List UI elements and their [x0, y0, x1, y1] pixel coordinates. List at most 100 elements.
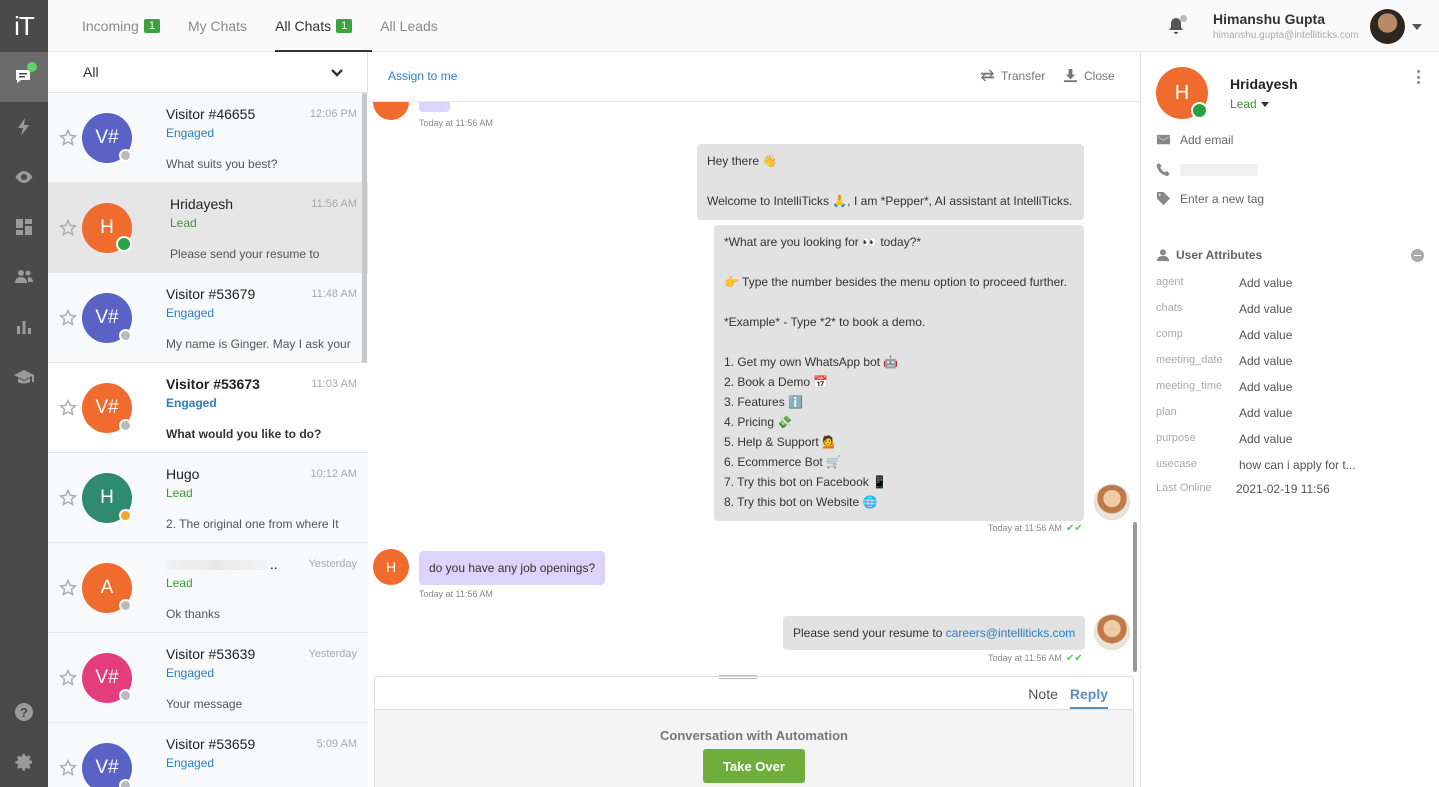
tab-my-chats[interactable]: My Chats: [188, 0, 247, 52]
conversation-item[interactable]: V# Visitor #53639 Yesterday Engaged Your mes…: [48, 633, 368, 723]
star-icon[interactable]: [58, 308, 78, 327]
stage-label: Engaged: [166, 666, 215, 680]
graduation-cap-icon: [14, 370, 34, 384]
presence-indicator: [119, 599, 132, 612]
add-email-row[interactable]: Add email: [1156, 132, 1233, 147]
last-message-time: 11:03 AM: [311, 378, 357, 390]
bot-message-bubble: Hey there 👋 Welcome to IntelliTicks 🙏, I…: [697, 144, 1084, 220]
email-link[interactable]: careers@intelliticks.com: [946, 626, 1076, 640]
star-icon[interactable]: [58, 128, 78, 147]
attribute-value[interactable]: Add value: [1239, 276, 1292, 290]
nav-reports[interactable]: [0, 302, 48, 352]
chat-tabs: Incoming 1 My Chats All Chats 1 All Lead…: [82, 0, 466, 52]
menu-option: 6. Ecommerce Bot 🛒: [724, 455, 841, 469]
nav-contacts[interactable]: [0, 252, 48, 302]
list-scrollbar[interactable]: [362, 93, 367, 363]
star-icon[interactable]: [58, 758, 78, 777]
presence-indicator: [119, 149, 132, 162]
nav-learn[interactable]: [0, 352, 48, 402]
visitor-name: Visitor #53679: [166, 286, 255, 302]
tab-all-chats[interactable]: All Chats 1: [275, 0, 373, 52]
conversation-item[interactable]: V# Visitor #53679 11:48 AM Engaged My name i…: [48, 273, 368, 363]
presence-indicator: [119, 689, 132, 702]
close-chat-button[interactable]: Close: [1063, 68, 1115, 83]
composer-tabs: Note Reply: [1016, 686, 1108, 709]
star-icon[interactable]: [58, 398, 78, 417]
stage-label: Engaged: [166, 306, 215, 320]
count-badge: 1: [336, 19, 353, 33]
agent-message-bubble: Please send your resume to careers@intel…: [783, 616, 1086, 650]
message-thread[interactable]: Today at 11:56 AM Hey there 👋 Welcome to…: [369, 102, 1140, 672]
star-icon[interactable]: [58, 218, 78, 237]
nav-visitors[interactable]: [0, 152, 48, 202]
conversation-filter-select[interactable]: All: [48, 52, 367, 93]
assign-to-me-link[interactable]: Assign to me: [388, 69, 457, 83]
attribute-key: usecase: [1156, 458, 1197, 470]
mail-icon: [1156, 134, 1171, 145]
tab-note[interactable]: Note: [1028, 686, 1058, 709]
tab-all-leads[interactable]: All Leads: [380, 0, 438, 52]
conversation-item[interactable]: A .. Yesterday Lead Ok thanks: [48, 543, 368, 633]
message-timestamp: Today at 11:56 AM: [419, 118, 493, 128]
transfer-button[interactable]: Transfer: [980, 68, 1045, 83]
stage-dropdown[interactable]: Lead: [1230, 97, 1269, 111]
last-message-time: Yesterday: [308, 648, 357, 660]
eye-icon: [15, 171, 33, 183]
user-menu-caret-icon[interactable]: [1412, 24, 1422, 30]
last-message-time: 11:48 AM: [311, 288, 357, 300]
online-indicator: [27, 62, 37, 72]
phone-row[interactable]: [1156, 162, 1258, 177]
visitor-name-text: Visitor #53679: [166, 286, 256, 302]
attribute-value[interactable]: Add value: [1239, 406, 1292, 420]
attribute-key: meeting_date: [1156, 354, 1223, 366]
conversation-item[interactable]: V# Visitor #46655 12:06 PM Engaged What suit…: [48, 93, 368, 183]
message-timestamp-row: Today at 11:56 AM ✔✔: [988, 523, 1083, 534]
star-icon[interactable]: [58, 488, 78, 507]
attribute-value[interactable]: how can i apply for t...: [1239, 458, 1356, 472]
menu-option: 7. Try this bot on Facebook 📱: [724, 475, 888, 489]
double-check-icon: ✔✔: [1065, 523, 1083, 534]
rail-bottom: ?: [0, 687, 48, 787]
last-message-time: 12:06 PM: [309, 108, 357, 120]
resize-handle[interactable]: [719, 675, 757, 679]
collapse-icon[interactable]: [1411, 249, 1424, 262]
last-message-time: 5:09 AM: [316, 738, 357, 750]
attribute-value[interactable]: 2021-02-19 11:56: [1236, 482, 1330, 496]
stage-label: Lead: [166, 486, 193, 500]
nav-help[interactable]: ?: [0, 687, 48, 737]
nav-dashboard[interactable]: [0, 202, 48, 252]
attribute-value[interactable]: Add value: [1239, 432, 1292, 446]
tag-input-row[interactable]: Enter a new tag: [1156, 191, 1264, 206]
bot-menu-bubble: *What are you looking for 👀 today?* 👉 Ty…: [714, 225, 1084, 521]
tab-reply[interactable]: Reply: [1069, 686, 1108, 709]
nav-settings[interactable]: [0, 737, 48, 787]
user-attributes-header: User Attributes: [1156, 248, 1262, 262]
nav-chats[interactable]: [0, 52, 48, 102]
user-avatar[interactable]: [1370, 9, 1405, 44]
attribute-value[interactable]: Add value: [1239, 354, 1292, 368]
conversation-item[interactable]: V# Visitor #53673 11:03 AM Engaged What woul…: [48, 363, 368, 453]
conversation-item[interactable]: V# Visitor #53659 5:09 AM Engaged: [48, 723, 368, 787]
visitor-name-text: ..: [269, 556, 278, 572]
more-options-icon[interactable]: [1417, 70, 1421, 84]
top-bar: Incoming 1 My Chats All Chats 1 All Lead…: [48, 0, 1439, 52]
tab-incoming[interactable]: Incoming 1: [82, 0, 160, 52]
caret-down-icon: [1260, 101, 1269, 107]
attribute-key: Last Online: [1156, 482, 1212, 494]
conversation-list[interactable]: V# Visitor #46655 12:06 PM Engaged What suit…: [48, 93, 368, 787]
thread-scrollbar[interactable]: [1133, 522, 1137, 672]
take-over-button[interactable]: Take Over: [703, 749, 805, 783]
app-logo: iT: [14, 10, 35, 41]
nav-automation[interactable]: [0, 102, 48, 152]
star-icon[interactable]: [58, 578, 78, 597]
attribute-value[interactable]: Add value: [1239, 302, 1292, 316]
conversation-item[interactable]: H Hridayesh 11:56 AM Lead Please send your r…: [48, 183, 368, 273]
svg-text:?: ?: [20, 705, 28, 720]
notifications-button[interactable]: [1166, 15, 1187, 36]
attribute-value[interactable]: Add value: [1239, 328, 1292, 342]
attribute-value[interactable]: Add value: [1239, 380, 1292, 394]
user-email: himanshu.gupta@intelliticks.com: [1213, 30, 1359, 41]
add-email-label: Add email: [1180, 132, 1234, 147]
conversation-item[interactable]: H Hugo 10:12 AM Lead 2. The original one fro…: [48, 453, 368, 543]
star-icon[interactable]: [58, 668, 78, 687]
